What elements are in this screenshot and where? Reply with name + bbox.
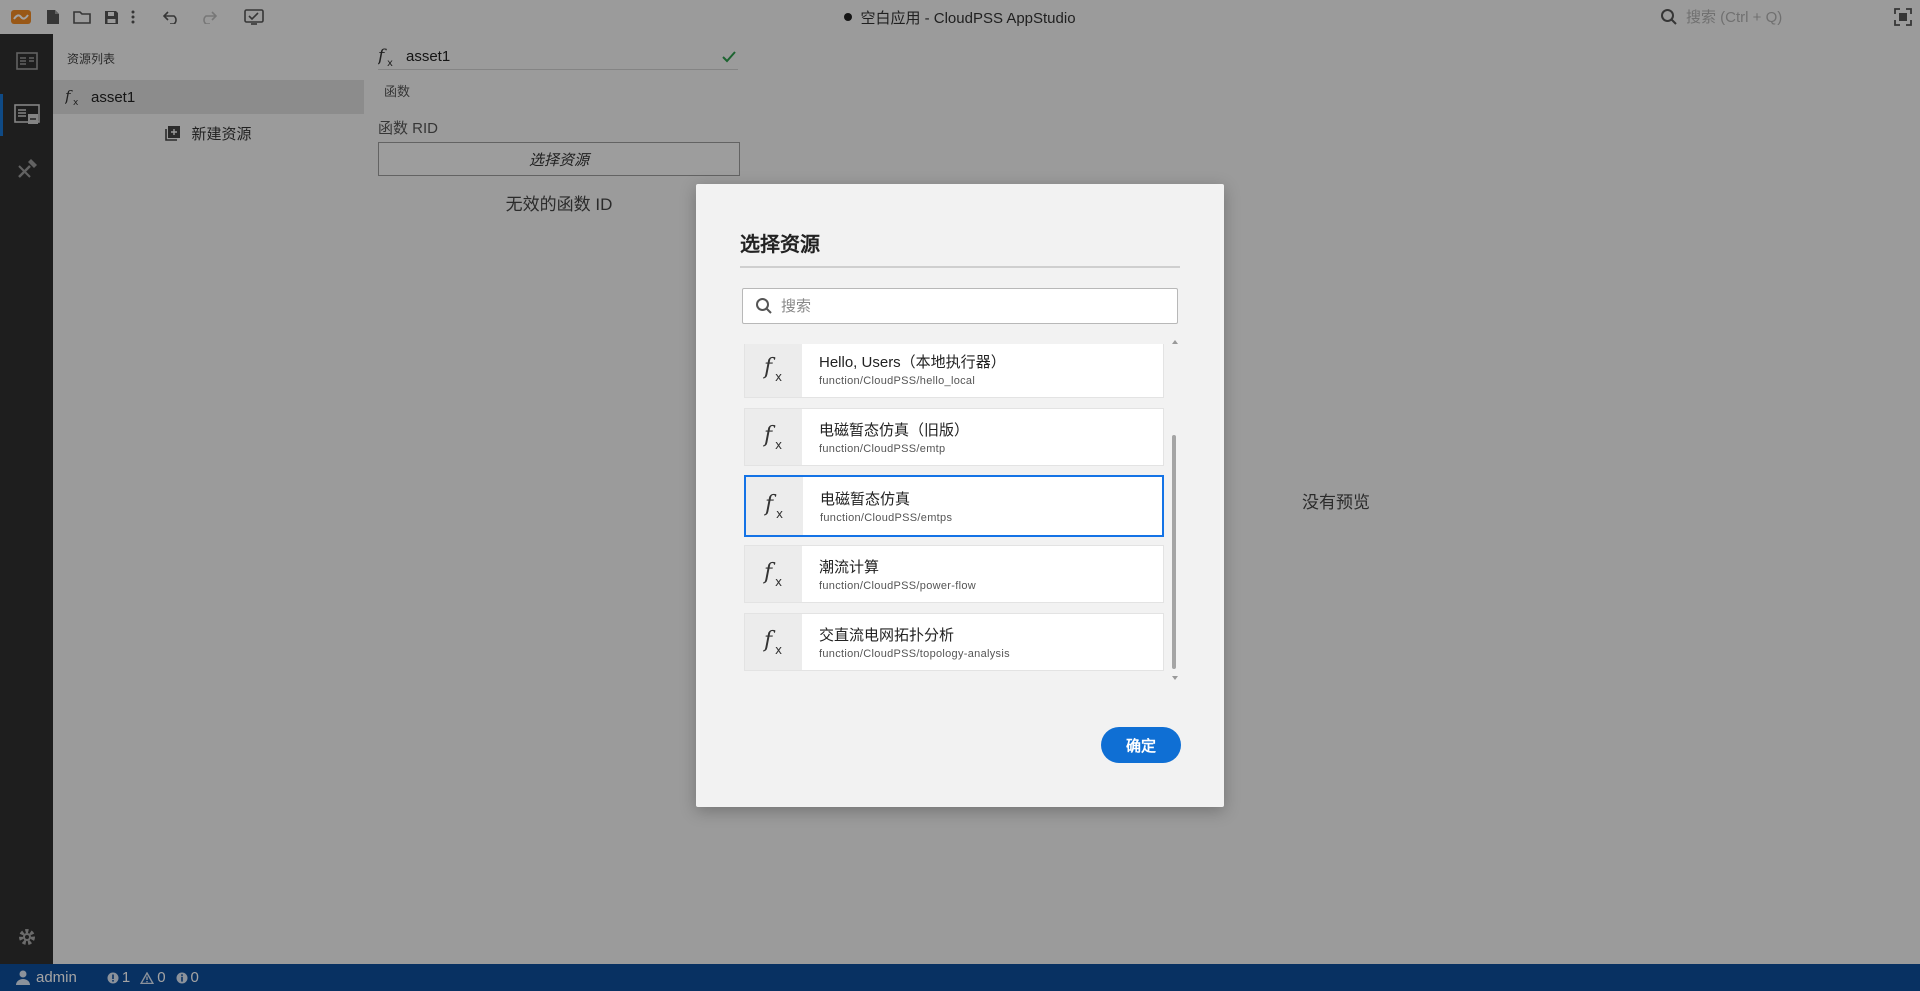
resource-path: function/CloudPSS/emtps: [820, 512, 953, 524]
select-resource-dialog: 选择资源 fx Hello, Users（本地执行器） function/Clo…: [696, 184, 1224, 807]
dialog-divider: [740, 266, 1180, 268]
resource-path: function/CloudPSS/power-flow: [819, 580, 976, 592]
dialog-title: 选择资源: [740, 234, 820, 256]
resource-name: 电磁暂态仿真: [820, 491, 911, 508]
function-icon: fx: [745, 409, 802, 465]
list-item-selected[interactable]: fx 电磁暂态仿真 function/CloudPSS/emtps: [744, 475, 1164, 537]
resource-name: 交直流电网拓扑分析: [819, 627, 955, 644]
dialog-search[interactable]: [742, 288, 1178, 324]
search-icon: [755, 297, 773, 315]
resource-list: fx Hello, Users（本地执行器） function/CloudPSS…: [744, 344, 1166, 684]
resource-path: function/CloudPSS/hello_local: [819, 375, 976, 387]
scrollbar-thumb[interactable]: [1172, 435, 1176, 669]
confirm-button[interactable]: 确定: [1101, 727, 1181, 763]
list-scrollbar[interactable]: [1170, 340, 1178, 680]
resource-path: function/CloudPSS/emtp: [819, 443, 946, 455]
dialog-search-input[interactable]: [781, 297, 1177, 315]
resource-path: function/CloudPSS/topology-analysis: [819, 648, 1010, 660]
svg-text:x: x: [775, 643, 782, 655]
function-icon: fx: [745, 344, 802, 397]
list-item[interactable]: fx Hello, Users（本地执行器） function/CloudPSS…: [744, 344, 1164, 398]
svg-text:x: x: [775, 438, 782, 450]
list-item[interactable]: fx 潮流计算 function/CloudPSS/power-flow: [744, 545, 1164, 603]
function-icon: fx: [746, 477, 803, 535]
resource-name: 潮流计算: [819, 559, 880, 576]
scroll-up-icon[interactable]: [1172, 340, 1178, 344]
resource-name: Hello, Users（本地执行器）: [819, 354, 1006, 371]
svg-text:x: x: [775, 575, 782, 587]
svg-text:x: x: [776, 507, 783, 519]
svg-text:x: x: [775, 370, 782, 382]
list-item[interactable]: fx 电磁暂态仿真（旧版） function/CloudPSS/emtp: [744, 408, 1164, 466]
function-icon: fx: [745, 614, 802, 670]
list-item[interactable]: fx 交直流电网拓扑分析 function/CloudPSS/topology-…: [744, 613, 1164, 671]
resource-name: 电磁暂态仿真（旧版）: [819, 422, 970, 439]
scroll-down-icon[interactable]: [1172, 676, 1178, 680]
function-icon: fx: [745, 546, 802, 602]
